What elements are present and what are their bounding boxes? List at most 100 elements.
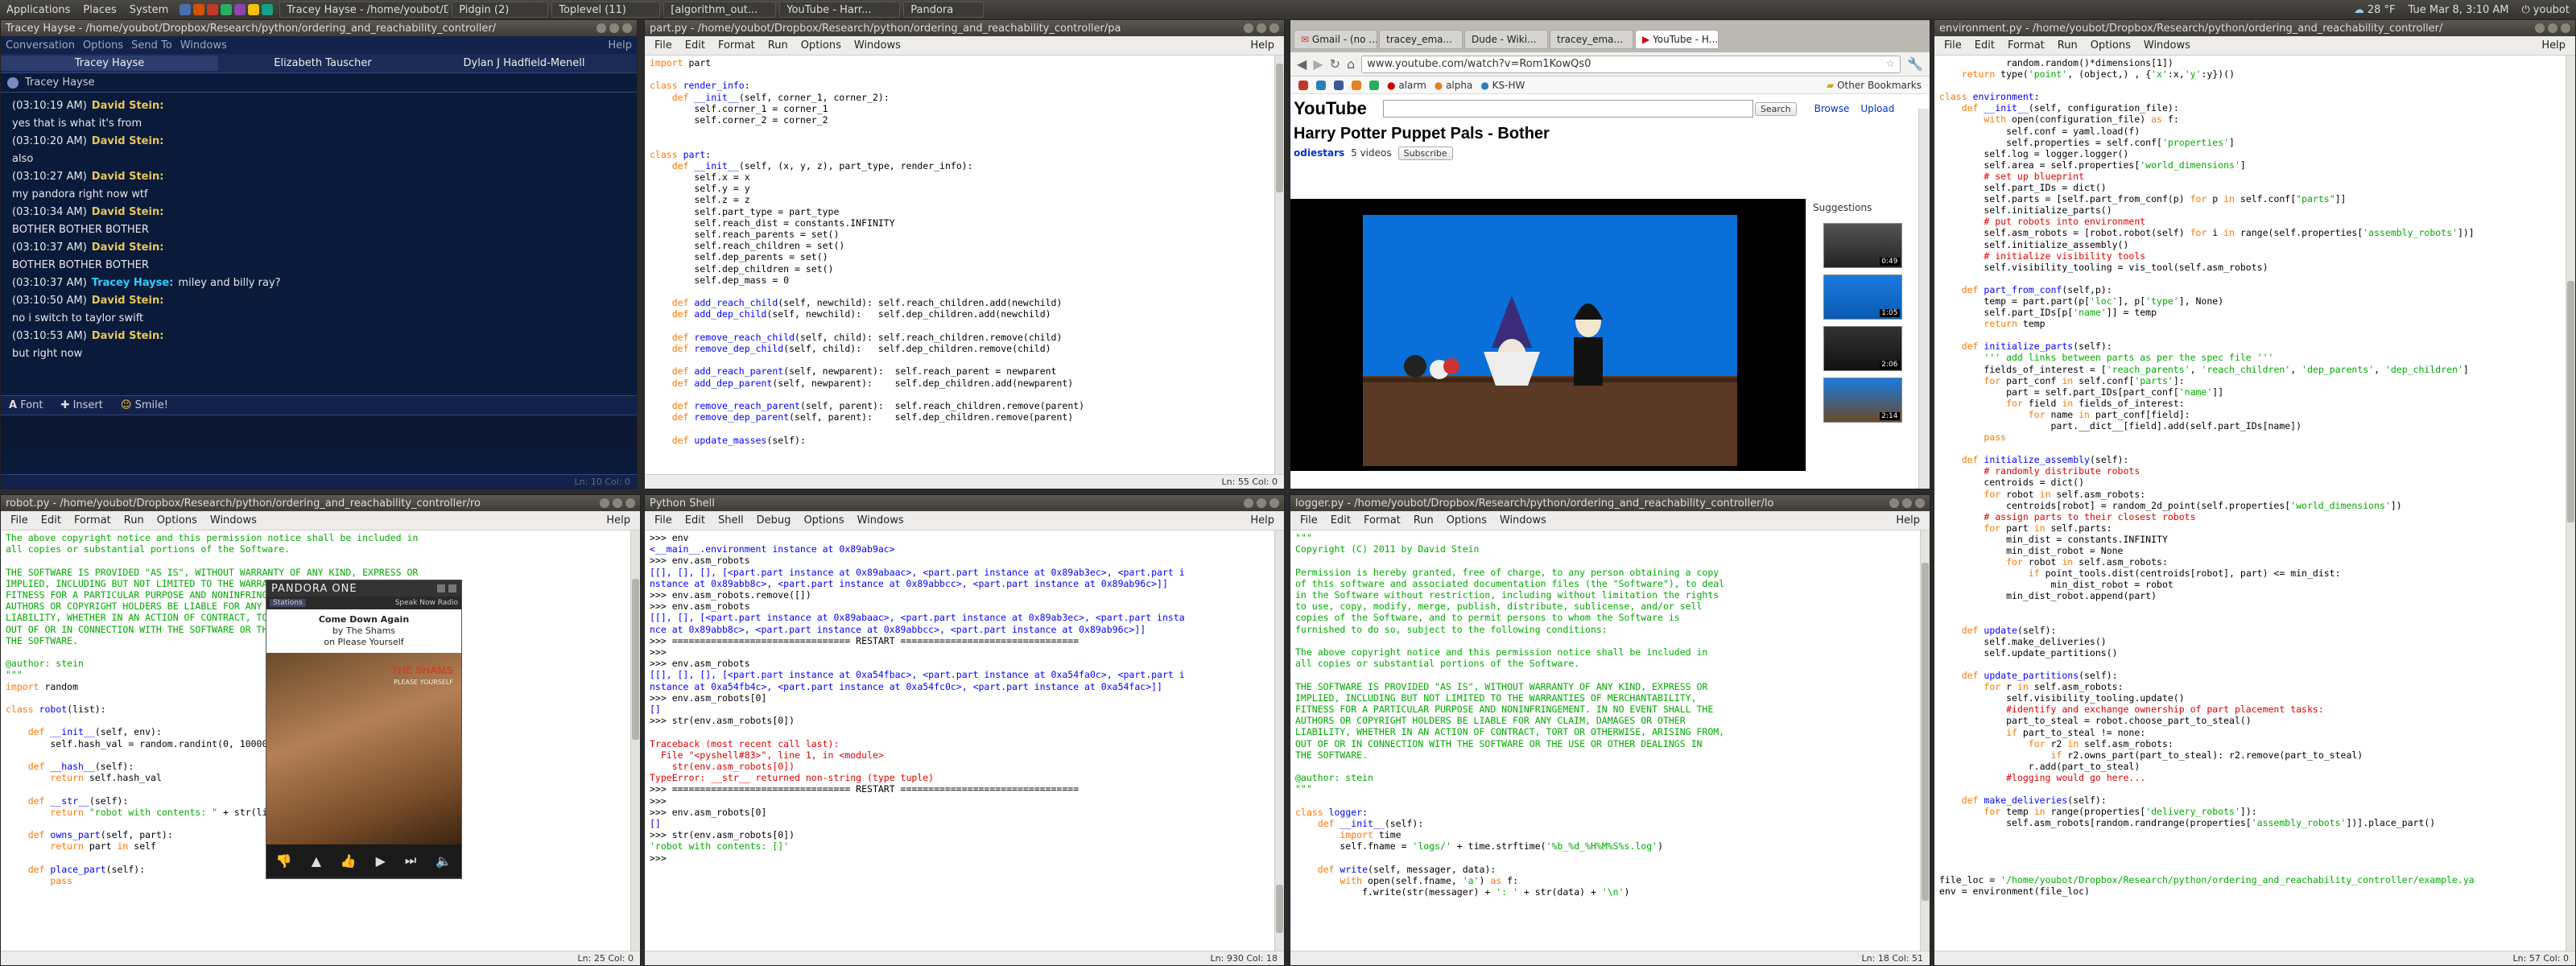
menu-format[interactable]: Format xyxy=(712,39,762,52)
menu-run[interactable]: Run xyxy=(118,514,151,526)
minimize-icon[interactable] xyxy=(1244,498,1253,508)
bookmark-alarm[interactable]: ● alarm xyxy=(1387,80,1426,91)
menu-help[interactable]: Help xyxy=(600,514,637,526)
menu-windows[interactable]: Windows xyxy=(1493,514,1553,526)
code-area[interactable]: random.random()*dimensions[1]) return ty… xyxy=(1934,56,2575,949)
bookmark-icon[interactable] xyxy=(1369,80,1379,90)
maximize-icon[interactable] xyxy=(1257,23,1266,33)
scrollbar-thumb[interactable] xyxy=(632,579,639,740)
menu-options[interactable]: Options xyxy=(151,514,204,526)
menu-run[interactable]: Run xyxy=(2051,39,2084,52)
bookmark-icon[interactable] xyxy=(1298,80,1308,90)
menu-shell[interactable]: Shell xyxy=(712,514,750,526)
subscribe-button[interactable]: Subscribe xyxy=(1397,146,1453,160)
user-menu[interactable]: ⏻ youbot xyxy=(2516,0,2576,19)
close-icon[interactable] xyxy=(622,23,632,33)
album-name[interactable]: on Please Yourself xyxy=(266,637,461,648)
chat-titlebar[interactable]: Tracey Hayse - /home/youbot/Dropbox/Rese… xyxy=(1,20,637,36)
home-icon[interactable]: ⌂ xyxy=(1347,56,1355,72)
browser-scrollbar[interactable] xyxy=(1918,109,1930,489)
videos-count[interactable]: 5 videos xyxy=(1351,147,1391,159)
forward-icon[interactable]: ▶ xyxy=(1313,56,1323,72)
app-icon[interactable] xyxy=(248,4,260,15)
message-input[interactable] xyxy=(1,415,637,450)
menu-help[interactable]: Help xyxy=(2535,39,2572,52)
menu-file[interactable]: File xyxy=(4,514,35,526)
menu-options[interactable]: Options xyxy=(2084,39,2137,52)
pandora-titlebar[interactable]: PANDORA ONE xyxy=(266,580,461,597)
smile-button[interactable]: ☺ Smile! xyxy=(121,399,168,411)
close-icon[interactable] xyxy=(448,584,456,592)
scrollbar[interactable] xyxy=(2566,56,2575,951)
song-title[interactable]: Come Down Again xyxy=(266,614,461,625)
star-icon[interactable]: ☆ xyxy=(1885,56,1895,72)
menu-format[interactable]: Format xyxy=(68,514,118,526)
suggestion-thumb[interactable]: 0:49 xyxy=(1823,223,1902,268)
part-titlebar[interactable]: part.py - /home/youbot/Dropbox/Research/… xyxy=(645,20,1284,36)
tab-tracey-email-1[interactable]: tracey_ema... xyxy=(1379,30,1463,49)
scrollbar[interactable] xyxy=(1274,56,1284,474)
scrollbar[interactable] xyxy=(630,530,640,951)
youtube-logo[interactable]: YouTube xyxy=(1294,98,1367,119)
tab-dylan[interactable]: Dylan J Hadfield-Menell xyxy=(427,56,621,71)
weather[interactable]: ☁ 28 °F xyxy=(2347,0,2402,19)
menu-edit[interactable]: Edit xyxy=(679,514,712,526)
volume-icon[interactable]: 🔈 xyxy=(436,853,452,869)
scrollbar-thumb[interactable] xyxy=(2567,281,2574,522)
menu-help[interactable]: Help xyxy=(1889,514,1926,526)
menu-edit[interactable]: Edit xyxy=(35,514,68,526)
menu-send-to[interactable]: Send To xyxy=(131,39,180,52)
menu-help[interactable]: Help xyxy=(1244,39,1281,52)
menu-format[interactable]: Format xyxy=(1357,514,1407,526)
facebook-icon[interactable] xyxy=(1334,80,1344,90)
app-icon[interactable] xyxy=(221,4,233,15)
video-player[interactable] xyxy=(1290,199,1806,471)
menu-format[interactable]: Format xyxy=(2001,39,2051,52)
minimize-icon[interactable] xyxy=(600,498,609,508)
menu-file[interactable]: File xyxy=(648,39,679,52)
applications-menu[interactable]: Applications xyxy=(0,0,76,19)
menu-options[interactable]: Options xyxy=(83,39,131,52)
bookmark-icon[interactable] xyxy=(1316,80,1326,90)
suggestion-thumb[interactable]: 2:06 xyxy=(1823,326,1902,371)
logger-titlebar[interactable]: logger.py - /home/youbot/Dropbox/Researc… xyxy=(1290,495,1930,511)
code-area[interactable]: import part class render_info: def __ini… xyxy=(645,56,1284,474)
task-pandora[interactable]: Pandora xyxy=(903,2,985,18)
bookmark-alpha[interactable]: ● alpha xyxy=(1435,80,1473,91)
menu-windows[interactable]: Windows xyxy=(851,514,910,526)
shell-titlebar[interactable]: Python Shell xyxy=(645,495,1284,511)
thumbs-down-icon[interactable]: 👎 xyxy=(276,853,292,869)
station-name[interactable]: Speak Now Radio xyxy=(395,599,458,607)
app-icon[interactable] xyxy=(262,4,274,15)
clock[interactable]: Tue Mar 8, 3:10 AM xyxy=(2402,0,2516,19)
artist-name[interactable]: by The Shams xyxy=(266,625,461,637)
menu-run[interactable]: Run xyxy=(1407,514,1440,526)
shell-output[interactable]: >>> env <__main__.environment instance a… xyxy=(645,530,1284,951)
places-menu[interactable]: Places xyxy=(76,0,122,19)
scrollbar-thumb[interactable] xyxy=(1276,885,1283,933)
env-titlebar[interactable]: environment.py - /home/youbot/Dropbox/Re… xyxy=(1934,20,2575,36)
channel-link[interactable]: odiestars xyxy=(1294,147,1344,159)
minimize-icon[interactable] xyxy=(2535,23,2545,33)
maximize-icon[interactable] xyxy=(1257,498,1266,508)
minimize-icon[interactable] xyxy=(1889,498,1899,508)
close-icon[interactable] xyxy=(1269,498,1279,508)
maximize-icon[interactable] xyxy=(609,23,619,33)
menu-help[interactable]: Help xyxy=(608,39,632,52)
close-icon[interactable] xyxy=(2561,23,2570,33)
font-button[interactable]: A Font xyxy=(9,399,43,411)
menu-options[interactable]: Options xyxy=(795,39,848,52)
wrench-icon[interactable]: 🔧 xyxy=(1907,56,1923,72)
tab-tracey-email-2[interactable]: tracey_ema... xyxy=(1550,30,1633,49)
minimize-icon[interactable] xyxy=(1244,23,1253,33)
url-bar[interactable]: www.youtube.com/watch?v=Rom1KowQs0 ☆ xyxy=(1361,55,1901,73)
bookmark-icon[interactable] xyxy=(1352,80,1361,90)
menu-options[interactable]: Options xyxy=(1440,514,1493,526)
menu-conversation[interactable]: Conversation xyxy=(6,39,83,52)
menu-edit[interactable]: Edit xyxy=(679,39,712,52)
other-bookmarks[interactable]: ▰ Other Bookmarks xyxy=(1827,80,1922,91)
app-icon[interactable] xyxy=(234,4,246,15)
system-menu[interactable]: System xyxy=(123,0,175,19)
task-pidgin[interactable]: Pidgin (2) xyxy=(452,2,549,18)
insert-button[interactable]: ✚ Insert xyxy=(61,399,103,411)
